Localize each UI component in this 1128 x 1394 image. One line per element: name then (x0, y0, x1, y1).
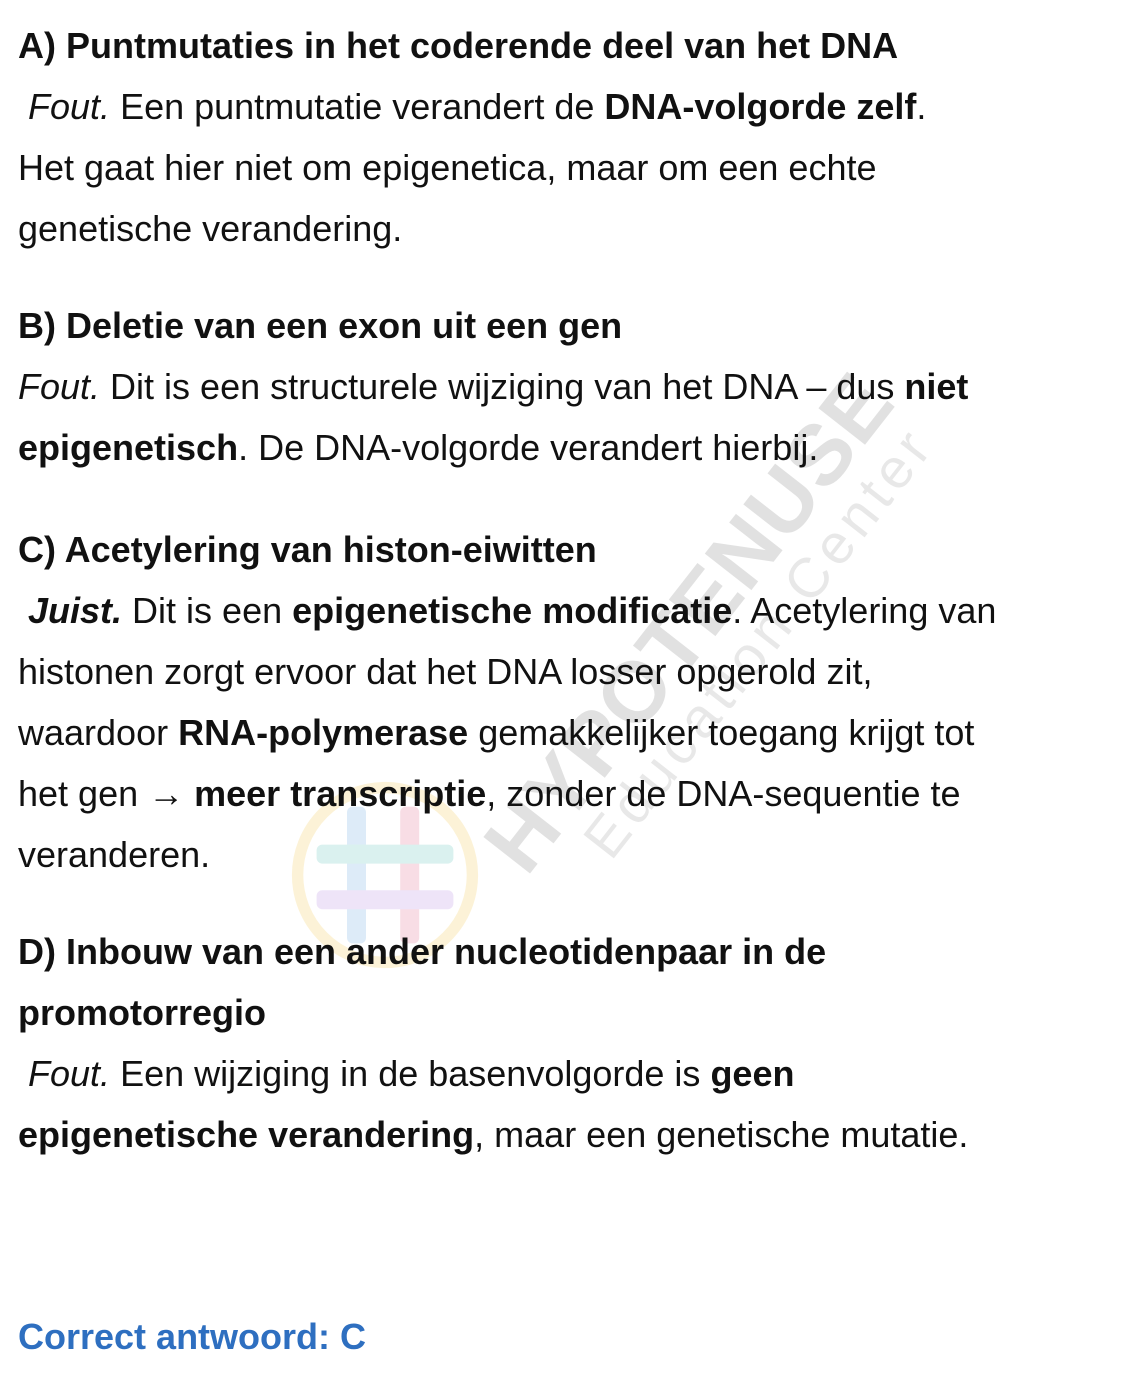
section-d-emphasis: geen (710, 1053, 795, 1094)
section-c-text-3: waardoor (18, 712, 179, 753)
section-c: C) Acetylering van histon-eiwitten Juist… (18, 519, 1110, 885)
section-b-heading: B) Deletie van een exon uit een gen (18, 305, 623, 346)
section-d-text: Een wijziging in de basenvolgorde is (110, 1053, 711, 1094)
section-b-verdict: Fout. (18, 366, 101, 407)
section-d-verdict: Fout. (28, 1053, 111, 1094)
section-a-text: Een puntmutatie verandert de (110, 86, 605, 127)
page: HYPOTENUSE Education Center A) Puntmutat… (0, 0, 1128, 1394)
section-d-heading-1: D) Inbouw van een ander nucleotidenpaar … (18, 931, 827, 972)
section-d-emphasis-2: epigenetische verandering (18, 1114, 475, 1155)
section-d-line-2: epigenetische verandering, maar een gene… (18, 1104, 1110, 1165)
section-d: D) Inbouw van een ander nucleotidenpaar … (18, 921, 1110, 1165)
section-c-text-end: . Acetylering van (732, 590, 997, 631)
section-c-heading: C) Acetylering van histon-eiwitten (18, 529, 597, 570)
section-c-text-4-end: , zonder de DNA-sequentie te (486, 773, 961, 814)
section-b-line-1: Fout. Dit is een structurele wijziging v… (18, 356, 1110, 417)
section-c-line-5: veranderen. (18, 834, 211, 875)
section-a-emphasis: DNA-volgorde zelf (604, 86, 917, 127)
section-d-text-2: , maar een genetische mutatie. (474, 1114, 969, 1155)
section-a-line-2: Het gaat hier niet om epigenetica, maar … (18, 147, 877, 188)
section-c-verdict: Juist. (28, 590, 123, 631)
section-b-text: Dit is een structurele wijziging van het… (100, 366, 905, 407)
section-a-punct: . (916, 86, 927, 127)
section-d-line-1: Fout. Een wijziging in de basenvolgorde … (18, 1043, 1110, 1104)
section-c-line-1: Juist. Dit is een epigenetische modifica… (18, 580, 1110, 641)
section-a-line-1: Fout. Een puntmutatie verandert de DNA-v… (18, 76, 1110, 137)
section-c-text-3-end: gemakkelijker toegang krijgt tot (468, 712, 975, 753)
correct-answer: Correct antwoord: C (18, 1316, 367, 1357)
section-c-text-4: het gen → (18, 773, 195, 814)
section-a-heading: A) Puntmutaties in het coderende deel va… (18, 25, 899, 66)
section-c-emphasis-4: meer transcriptie (194, 773, 487, 814)
section-a: A) Puntmutaties in het coderende deel va… (18, 15, 1110, 259)
section-a-verdict: Fout. (28, 86, 111, 127)
section-c-emphasis-3: RNA-polymerase (178, 712, 469, 753)
section-c-line-2: histonen zorgt ervoor dat het DNA losser… (18, 651, 873, 692)
section-b-emphasis: niet (904, 366, 969, 407)
section-c-line-4: het gen → meer transcriptie, zonder de D… (18, 763, 1110, 824)
section-c-text: Dit is een (122, 590, 293, 631)
section-b: B) Deletie van een exon uit een gen Fout… (18, 295, 1110, 478)
section-b-emphasis-2: epigenetisch (18, 427, 239, 468)
section-b-text-2: . De DNA-volgorde verandert hierbij. (238, 427, 819, 468)
section-c-line-3: waardoor RNA-polymerase gemakkelijker to… (18, 702, 1110, 763)
section-b-line-2: epigenetisch. De DNA-volgorde verandert … (18, 417, 1110, 478)
section-c-emphasis: epigenetische modificatie (292, 590, 733, 631)
section-a-line-3: genetische verandering. (18, 208, 403, 249)
section-d-heading-2: promotorregio (18, 992, 266, 1033)
